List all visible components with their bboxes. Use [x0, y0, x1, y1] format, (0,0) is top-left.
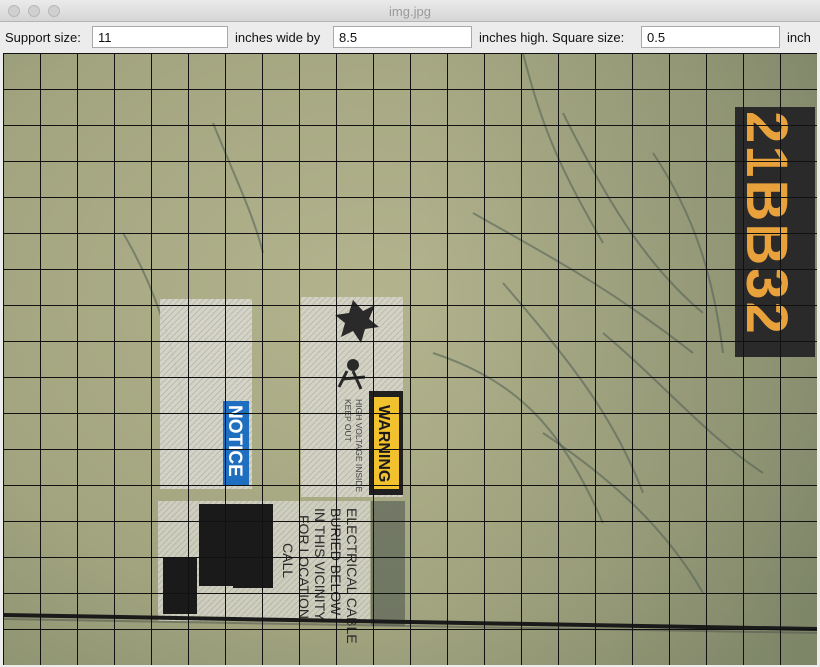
title-bar[interactable]: img.jpg — [0, 0, 820, 22]
app-window: img.jpg Support size: inches wide by inc… — [0, 0, 820, 667]
cable-line-3: IN THIS VICINITY — [312, 508, 328, 621]
inches-high-label: inches high. Square size: — [479, 30, 625, 45]
ground-photo: NOTICE HIGH VOLTAGE INSIDE KEEP OUT WARN… — [3, 53, 817, 665]
inches-wide-label: inches wide by — [235, 30, 321, 45]
notice-text: NOTICE — [224, 405, 245, 477]
person-icon — [347, 359, 359, 371]
support-size-label: Support size: — [5, 30, 81, 45]
cable-line-5: CALL — [280, 543, 296, 578]
support-size-toolbar: Support size: inches wide by inches high… — [0, 22, 820, 52]
call-box-2 — [233, 504, 273, 588]
image-canvas[interactable]: NOTICE HIGH VOLTAGE INSIDE KEEP OUT WARN… — [3, 53, 817, 665]
height-inches-field[interactable] — [333, 26, 472, 48]
window-title: img.jpg — [389, 4, 431, 19]
call-box-3 — [163, 558, 197, 614]
post-shadow — [371, 501, 405, 626]
cable-line-4: FOR LOCATION — [296, 515, 312, 619]
warning-text: WARNING — [375, 405, 392, 482]
width-inches-field[interactable] — [92, 26, 228, 48]
cable-line-1: ELECTRICAL CABLE — [344, 508, 360, 644]
keep-out-text: KEEP OUT — [343, 399, 353, 442]
square-size-field[interactable] — [641, 26, 780, 48]
inch-unit-label: inch — [787, 30, 811, 45]
